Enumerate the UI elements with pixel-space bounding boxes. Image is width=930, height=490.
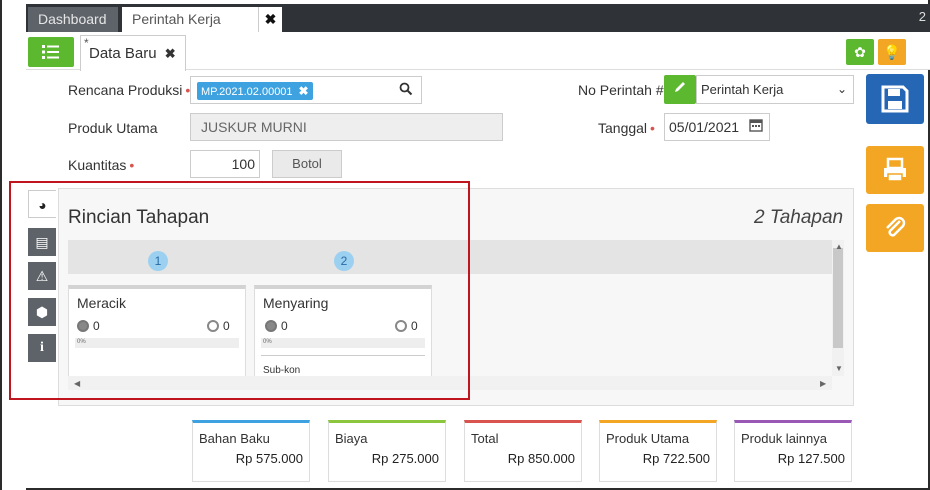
search-icon[interactable]	[399, 82, 413, 96]
bulb-icon[interactable]: 💡	[878, 39, 906, 65]
tab-perintah-kerja[interactable]: Perintah Kerja	[122, 7, 258, 32]
no-perintah-select[interactable]: Perintah Kerja ⌄	[696, 75, 854, 104]
summary-value: Rp 275.000	[371, 451, 439, 466]
unsaved-marker: *	[84, 36, 89, 50]
kuantitas-label: Kuantitas •	[68, 157, 134, 173]
kuantitas-label-text: Kuantitas	[68, 157, 127, 173]
summary-title: Biaya	[335, 431, 368, 446]
chevron-down-icon: ⌄	[836, 82, 847, 96]
close-tab-icon[interactable]: ✖	[258, 7, 282, 32]
save-button[interactable]	[866, 74, 924, 124]
required-marker: •	[650, 120, 655, 136]
no-perintah-label: No Perintah #	[578, 82, 664, 98]
save-icon	[881, 85, 909, 113]
scroll-up-icon[interactable]: ▲	[835, 242, 843, 251]
highlight-box	[9, 181, 470, 400]
pencil-glyph	[675, 82, 685, 92]
tanggal-value: 05/01/2021	[669, 119, 740, 135]
unit-button[interactable]: Botol	[272, 150, 342, 178]
scroll-right-icon[interactable]: ▶	[820, 379, 826, 388]
print-icon	[884, 157, 906, 182]
vertical-scrollbar[interactable]	[832, 240, 844, 376]
summary-card-produk-lainnya: Produk lainnya Rp 127.500	[734, 420, 852, 482]
tab-dashboard[interactable]: Dashboard	[28, 7, 118, 32]
tab-data-baru[interactable]: * Data Baru ✖	[80, 35, 186, 71]
sub-toolbar: * Data Baru ✖ ✿ 💡	[26, 32, 930, 71]
summary-value: Rp 850.000	[507, 451, 575, 466]
tab-data-baru-label: Data Baru	[89, 45, 157, 62]
tab-counter: 2	[918, 9, 926, 24]
print-button[interactable]	[866, 146, 924, 194]
rencana-produksi-label-text: Rencana Produksi	[68, 82, 183, 98]
panel-count: 2 Tahapan	[754, 207, 844, 228]
summary-title: Produk Utama	[606, 431, 690, 446]
rencana-produksi-label: Rencana Produksi •	[68, 82, 190, 98]
summary-card-total: Total Rp 850.000	[464, 420, 582, 482]
produk-utama-field: JUSKUR MURNI	[190, 113, 503, 141]
summary-title: Total	[471, 431, 499, 446]
remove-chip-icon[interactable]: ✖	[299, 84, 309, 98]
rencana-produksi-chip: MP.2021.02.00001 ✖	[197, 82, 313, 100]
close-icon[interactable]: ✖	[165, 46, 176, 61]
no-perintah-value: Perintah Kerja	[701, 82, 784, 97]
gear-icon[interactable]: ✿	[846, 39, 874, 65]
rencana-produksi-value: MP.2021.02.00001	[201, 86, 293, 98]
attach-button[interactable]	[866, 204, 924, 252]
scroll-down-icon[interactable]: ▼	[835, 364, 843, 373]
summary-card-produk-utama: Produk Utama Rp 722.500	[599, 420, 717, 482]
scroll-thumb[interactable]	[833, 248, 843, 348]
kuantitas-input[interactable]: 100	[190, 150, 260, 178]
app-frame: Dashboard Perintah Kerja ✖ 2 * Data Baru…	[0, 0, 930, 490]
summary-value: Rp 575.000	[235, 451, 303, 466]
tanggal-label: Tanggal •	[598, 120, 655, 136]
summary-title: Bahan Baku	[199, 431, 270, 446]
menu-button[interactable]	[28, 37, 74, 67]
summary-card-biaya: Biaya Rp 275.000	[328, 420, 446, 482]
summary-title: Produk lainnya	[741, 431, 827, 446]
paperclip-icon	[886, 216, 906, 237]
summary-card-bahan-baku: Bahan Baku Rp 575.000	[192, 420, 310, 482]
summary-value: Rp 722.500	[642, 451, 710, 466]
required-marker: •	[129, 157, 135, 173]
list-icon	[42, 45, 59, 59]
pencil-icon[interactable]	[664, 75, 696, 104]
top-tab-bar: Dashboard Perintah Kerja ✖ 2	[26, 4, 930, 32]
summary-value: Rp 127.500	[777, 451, 845, 466]
rencana-produksi-input[interactable]: MP.2021.02.00001 ✖	[190, 76, 422, 104]
produk-utama-label: Produk Utama	[68, 120, 158, 136]
tanggal-input[interactable]: 05/01/2021	[664, 113, 770, 141]
tanggal-label-text: Tanggal	[598, 120, 648, 136]
calendar-icon[interactable]	[749, 118, 763, 132]
